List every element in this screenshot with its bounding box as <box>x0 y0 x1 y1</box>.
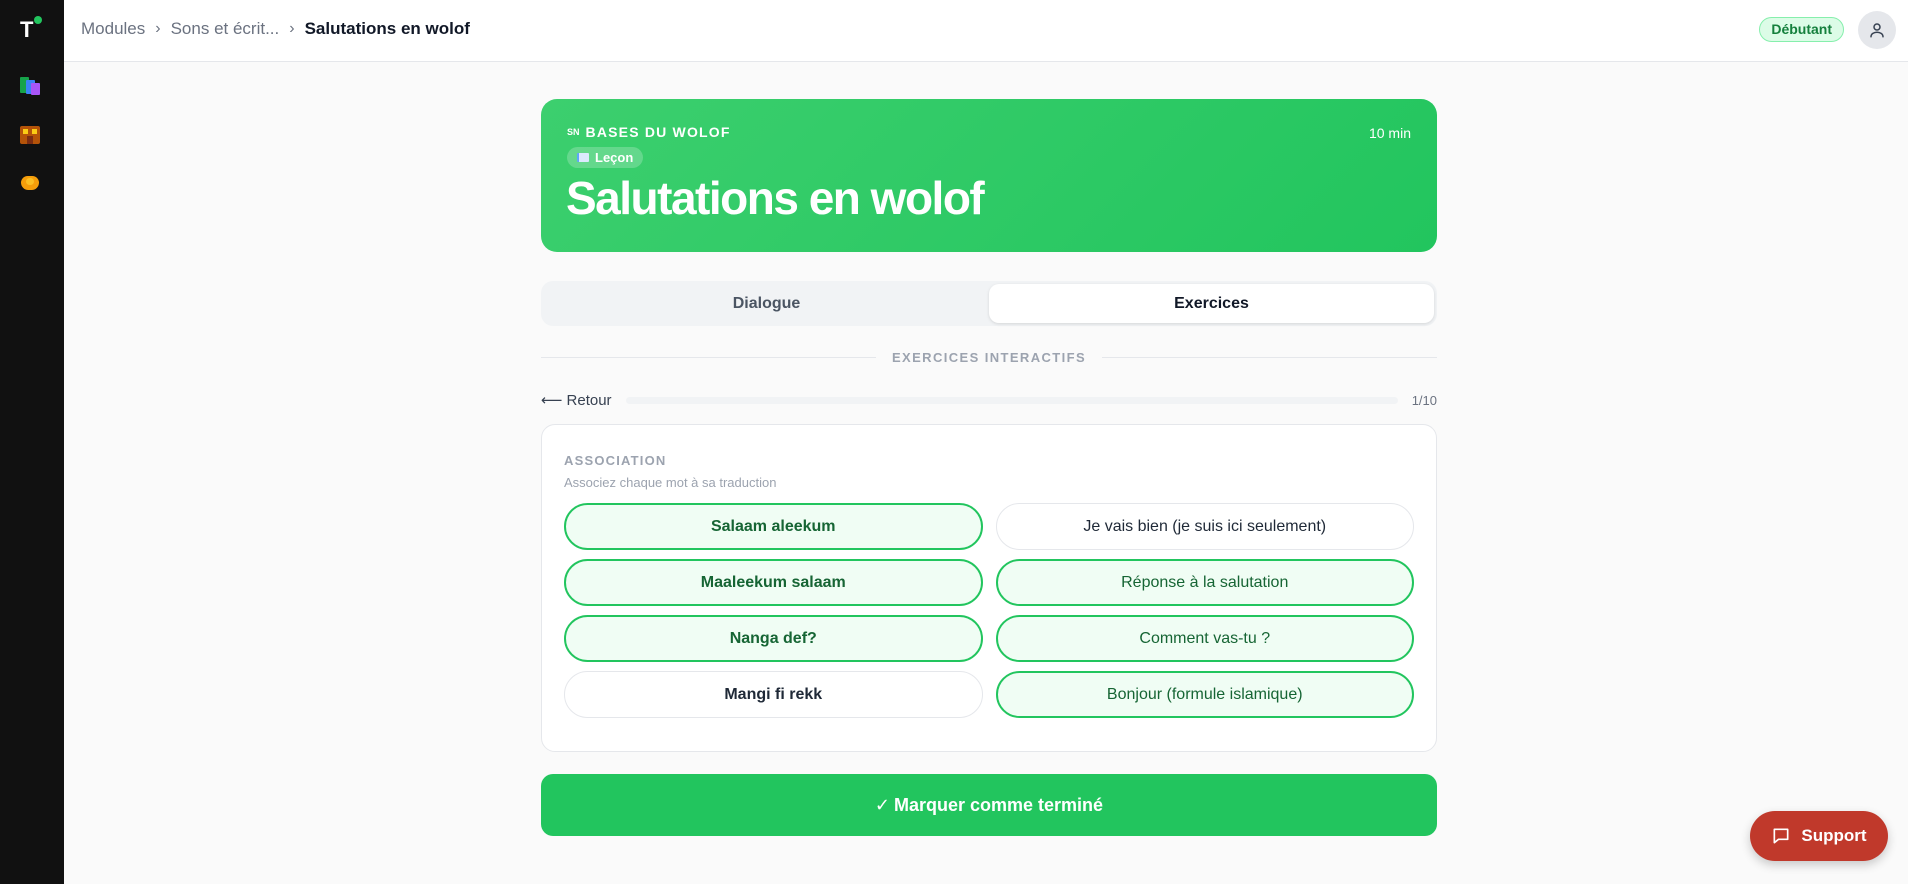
match-translation[interactable]: Réponse à la salutation <box>995 559 1414 606</box>
lesson-duration: 10 min <box>1368 125 1411 141</box>
flag-label: SN <box>567 127 580 137</box>
divider-line <box>1102 356 1437 358</box>
lesson-title: Salutations en wolof <box>566 172 985 224</box>
exercise-instruction: Associez chaque mot à sa traduction <box>564 475 777 490</box>
match-translation[interactable]: Je vais bien (je suis ici seulement) <box>995 503 1414 550</box>
arrow-left-icon: ⟵ <box>541 392 563 409</box>
breadcrumb-separator: › <box>155 20 161 37</box>
module-name: BASES DU WOLOF <box>585 124 731 140</box>
level-badge: Débutant <box>1759 17 1844 42</box>
back-button[interactable]: ⟵ Retour <box>541 391 612 410</box>
mark-complete-button[interactable]: ✓ Marquer comme terminé <box>541 774 1437 836</box>
breadcrumb-item-sons-et-ecrit[interactable]: Sons et écrit... <box>171 19 280 39</box>
user-avatar-button[interactable] <box>1858 11 1896 49</box>
divider-line <box>541 356 876 358</box>
module-tag: SN BASES DU WOLOF <box>567 124 731 140</box>
main-content: SN BASES DU WOLOF 10 min Leçon Salutatio… <box>541 99 1437 836</box>
breadcrumb-item-modules[interactable]: Modules <box>81 19 145 39</box>
exercise-type: ASSOCIATION <box>564 453 667 468</box>
sidebar: T <box>0 0 64 884</box>
section-divider: EXERCICES INTERACTIFS <box>541 348 1437 366</box>
mark-complete-label: Marquer comme terminé <box>894 794 1104 815</box>
match-translation[interactable]: Bonjour (formule islamique) <box>995 671 1414 718</box>
lesson-header: SN BASES DU WOLOF 10 min Leçon Salutatio… <box>541 99 1437 252</box>
lesson-type-label: Leçon <box>595 150 634 165</box>
top-bar: Modules › Sons et écrit... › Salutations… <box>64 0 1908 62</box>
match-word[interactable]: Maaleekum salaam <box>564 559 983 606</box>
lesson-type-pill: Leçon <box>567 147 644 168</box>
section-title: EXERCICES INTERACTIFS <box>891 349 1087 365</box>
progress-count: 1/10 <box>1411 392 1437 408</box>
matching-grid: Salaam aleekum Je vais bien (je suis ici… <box>564 503 1414 718</box>
back-label: Retour <box>566 391 612 409</box>
breadcrumb-current: Salutations en wolof <box>304 19 470 38</box>
chat-icon <box>1773 828 1789 844</box>
exercise-progress: ⟵ Retour 1/10 <box>541 390 1437 410</box>
breadcrumb: Modules › Sons et écrit... › Salutations… <box>81 19 470 39</box>
support-button[interactable]: Support <box>1750 811 1888 861</box>
progress-bar <box>625 396 1398 404</box>
user-icon <box>1870 23 1884 38</box>
school-icon[interactable] <box>18 122 42 146</box>
match-word[interactable]: Salaam aleekum <box>564 503 983 550</box>
support-label: Support <box>1801 826 1867 845</box>
lesson-tabs: Dialogue Exercices <box>541 281 1437 326</box>
heart-hands-icon[interactable] <box>18 172 42 196</box>
book-icon <box>577 153 589 162</box>
books-icon[interactable] <box>18 74 42 98</box>
exercise-card: ASSOCIATION Associez chaque mot à sa tra… <box>541 424 1437 752</box>
tab-exercices[interactable]: Exercices <box>989 284 1434 323</box>
logo-status-dot <box>34 16 42 24</box>
breadcrumb-separator: › <box>289 20 295 37</box>
match-translation[interactable]: Comment vas-tu ? <box>995 615 1414 662</box>
match-word[interactable]: Nanga def? <box>564 615 983 662</box>
check-icon: ✓ <box>874 794 890 815</box>
tab-dialogue[interactable]: Dialogue <box>544 284 989 323</box>
match-word[interactable]: Mangi fi rekk <box>564 671 983 718</box>
